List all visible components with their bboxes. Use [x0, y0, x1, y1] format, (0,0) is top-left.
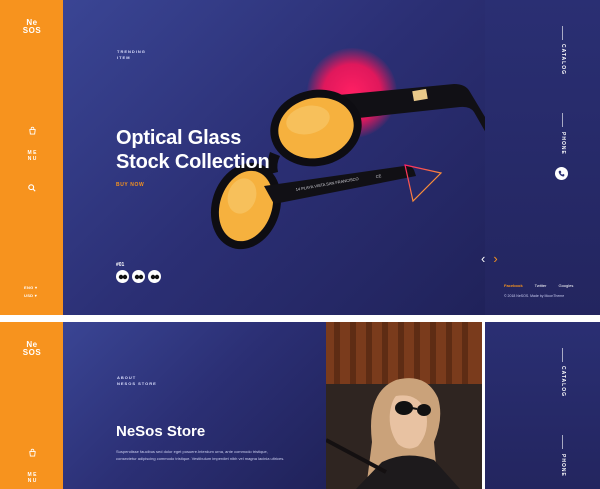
logo[interactable]: Ne SOS — [20, 19, 44, 35]
language-select[interactable]: ENG ▾ — [24, 285, 37, 290]
bag-icon[interactable] — [26, 446, 38, 458]
thumbnail-3[interactable] — [148, 270, 161, 283]
catalog-divider-about — [562, 348, 563, 362]
arrow-left-icon[interactable]: ‹ — [481, 252, 485, 265]
about-title: NeSos Store — [116, 423, 206, 440]
menu-label: M E N U — [27, 472, 37, 484]
buy-now-button[interactable]: BUY NOW — [116, 182, 144, 188]
logo-bottom: SOS — [22, 26, 42, 35]
catalog-link[interactable]: CATALOG — [560, 44, 566, 75]
logo-about[interactable]: Ne SOS — [20, 341, 44, 357]
phone-divider-about — [562, 435, 563, 449]
slide-counter: #01 — [116, 262, 125, 268]
arrow-right-icon[interactable]: › — [493, 252, 497, 265]
language-value: ENG — [24, 285, 34, 290]
social-twitter[interactable]: Twitter — [535, 283, 547, 288]
menu-button[interactable]: M E N U — [26, 150, 38, 162]
color-thumbnails — [116, 270, 161, 283]
about-main: ABOUT NESOS STORE NeSos Store Suspendiss… — [63, 322, 326, 489]
left-sidebar: Ne SOS M E N U ENG ▾ USD ▾ — [0, 0, 63, 315]
search-icon[interactable] — [26, 182, 38, 194]
triangle-decoration — [404, 164, 443, 203]
phone-divider — [562, 113, 563, 127]
hero-main: TRENDING ITEM 14 PLAYA VISTA SAN FRANCIS… — [63, 0, 485, 315]
headline-line2: Stock Collection — [116, 151, 270, 173]
catalog-link-about[interactable]: CATALOG — [560, 366, 566, 397]
hero-section: Ne SOS M E N U ENG ▾ USD ▾ TRENDING ITEM — [0, 0, 600, 315]
catalog-divider — [562, 26, 563, 40]
about-text: Suspendisse faucibus sed dolor eget posu… — [116, 449, 285, 461]
left-sidebar-about: Ne SOS M E N U — [0, 322, 63, 489]
copyright: © 2018 NeSOS. Made by MoonTheme — [504, 294, 565, 298]
bag-icon[interactable] — [26, 124, 38, 136]
hero-headline: Optical Glass Stock Collection — [116, 126, 336, 174]
currency-select[interactable]: USD ▾ — [24, 293, 37, 298]
about-label-line2: NESOS STORE — [117, 381, 157, 386]
phone-icon[interactable] — [555, 167, 568, 180]
right-panel-about — [485, 322, 600, 489]
right-panel — [485, 0, 600, 315]
social-facebook[interactable]: Facebook — [504, 283, 523, 288]
menu-label: M E N U — [27, 150, 37, 162]
trending-label: TRENDING ITEM — [117, 49, 146, 61]
model-photo — [326, 322, 482, 489]
currency-value: USD — [24, 293, 34, 298]
thumbnail-1[interactable] — [116, 270, 129, 283]
social-links: Facebook Twitter Googles — [504, 283, 573, 288]
logo-bottom: SOS — [22, 348, 42, 357]
social-googles[interactable]: Googles — [558, 283, 573, 288]
about-section: Ne SOS M E N U ABOUT NESOS STORE NeSos S… — [0, 322, 600, 489]
headline-line1: Optical Glass — [116, 127, 242, 149]
slider-arrows: ‹ › — [481, 252, 498, 265]
phone-label: PHONE — [560, 132, 566, 155]
phone-label-about: PHONE — [560, 454, 566, 477]
menu-button-about[interactable]: M E N U — [26, 472, 38, 484]
trending-line2: ITEM — [117, 55, 131, 60]
about-label: ABOUT NESOS STORE — [117, 375, 157, 387]
thumbnail-2[interactable] — [132, 270, 145, 283]
